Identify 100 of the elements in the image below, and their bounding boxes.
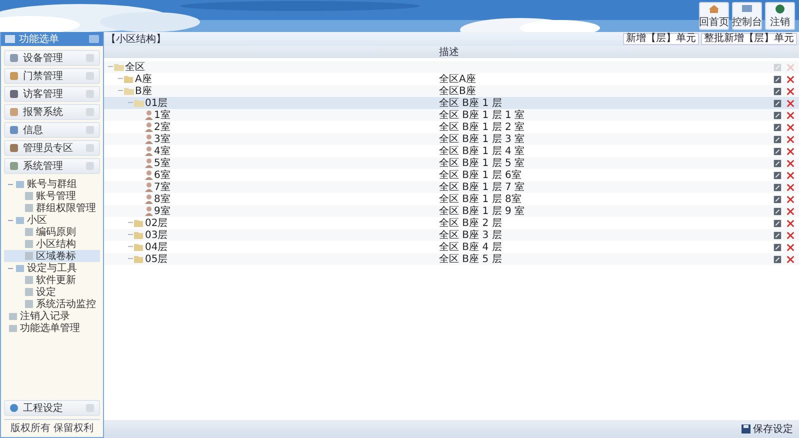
tree-item[interactable]: 功能选单管理 [4,322,100,334]
table-cell: 全区 B座 3 层 [439,230,502,241]
table-row[interactable]: 9室 全区 B座 1 层 9 室 [104,205,799,217]
delete-icon[interactable] [786,146,795,156]
header-button[interactable]: 注销 [765,2,795,30]
delete-icon[interactable] [786,122,795,132]
tree-item[interactable]: 编码原则 [4,226,100,238]
table-row[interactable]: 03层 全区 B座 3 层 [104,229,799,241]
table-row[interactable]: 4室 全区 B座 1 层 4 室 [104,145,799,157]
tree-item[interactable]: 软件更新 [4,274,100,286]
table-cell: 全区 B座 1 层 8室 [439,194,522,205]
edit-icon[interactable] [773,74,782,84]
person-icon [145,110,153,120]
delete-icon[interactable] [786,218,795,228]
delete-icon[interactable] [786,110,795,120]
table-row[interactable]: 6室 全区 B座 1 层 6室 [104,169,799,181]
tree-node-label: 4室 [154,144,170,158]
table-cell: 全区 B座 1 层 7 室 [439,182,524,193]
delete-icon[interactable] [786,242,795,252]
delete-icon[interactable] [786,86,795,96]
delete-icon[interactable] [786,182,795,192]
tree-item[interactable]: 小区 [4,214,100,226]
table-row[interactable]: B座 全区B座 [104,85,799,97]
delete-icon[interactable] [786,230,795,240]
delete-icon[interactable] [786,194,795,204]
edit-icon[interactable] [773,254,782,264]
edit-icon[interactable] [773,134,782,144]
tree-item[interactable]: 设定 [4,286,100,298]
tree-item[interactable]: 群组权限管理 [4,202,100,214]
edit-icon[interactable] [773,98,782,108]
sidebar-title: 功能选单 [19,32,60,46]
menu-item[interactable]: 管理员专区 [4,140,100,156]
tree-item[interactable]: 系统活动监控 [4,298,100,310]
delete-icon[interactable] [786,158,795,168]
table-row[interactable]: 01层 全区 B座 1 层 [104,97,799,109]
table-row[interactable]: 02层 全区 B座 2 层 [104,217,799,229]
tree-node-label: 6室 [154,168,170,182]
edit-icon[interactable] [773,218,782,228]
table-cell: 全区 B座 1 层 1 室 [439,110,524,121]
globe-icon [774,4,786,14]
table-row[interactable]: 3室 全区 B座 1 层 3 室 [104,133,799,145]
edit-icon[interactable] [773,158,782,168]
table-row[interactable]: 05层 全区 B座 5 层 [104,253,799,265]
person-icon [145,170,153,180]
table-cell: 全区B座 [439,86,476,97]
person-icon [145,206,153,216]
table-row[interactable]: 5室 全区 B座 1 层 5 室 [104,157,799,169]
delete-icon[interactable] [786,134,795,144]
tree-item[interactable]: 小区结构 [4,238,100,250]
table-row[interactable]: 2室 全区 B座 1 层 2 室 [104,121,799,133]
edit-icon[interactable] [773,122,782,132]
tree-node-label: A座 [135,72,152,86]
person-icon [145,146,153,156]
person-icon [145,122,153,132]
header-button[interactable]: 控制台 [732,2,762,30]
table-row[interactable]: 7室 全区 B座 1 层 7 室 [104,181,799,193]
tree-node-label: 7室 [154,180,170,194]
tree-item[interactable]: 区域卷标 [4,250,100,262]
save-button[interactable]: 保存设定 [739,422,795,436]
menu-item[interactable]: 系统管理 [4,158,100,174]
table-row[interactable]: 8室 全区 B座 1 层 8室 [104,193,799,205]
menu-item[interactable]: 访客管理 [4,86,100,102]
folder-icon [15,263,25,273]
menu-item[interactable]: 门禁管理 [4,68,100,84]
edit-icon[interactable] [773,170,782,180]
delete-icon[interactable] [786,170,795,180]
edit-icon[interactable] [773,230,782,240]
delete-icon[interactable] [786,206,795,216]
edit-icon[interactable] [773,110,782,120]
edit-icon[interactable] [773,146,782,156]
header-button[interactable]: 回首页 [699,2,729,30]
table-row[interactable]: A座 全区A座 [104,73,799,85]
table-cell: 全区 B座 1 层 5 室 [439,158,524,169]
edit-icon[interactable] [773,206,782,216]
folder-icon [15,215,25,225]
tree-item[interactable]: 账号管理 [4,190,100,202]
tree-item[interactable]: 账号与群组 [4,178,100,190]
person-icon [145,134,153,144]
edit-icon[interactable] [773,194,782,204]
toolbar-button[interactable]: 新增【层】单元 [623,33,699,45]
table-row[interactable]: 04层 全区 B座 4 层 [104,241,799,253]
delete-icon[interactable] [786,98,795,108]
expand-icon [85,403,95,413]
edit-icon[interactable] [773,86,782,96]
menu-item[interactable]: 设备管理 [4,50,100,66]
tree-item[interactable]: 设定与工具 [4,262,100,274]
table-cell: 全区 B座 1 层 4 室 [439,146,524,157]
menu-item[interactable]: 报警系统 [4,104,100,120]
edit-icon[interactable] [773,242,782,252]
table-row[interactable]: 1室 全区 B座 1 层 1 室 [104,109,799,121]
tree-node-label: 2室 [154,120,170,134]
delete-icon[interactable] [786,74,795,84]
menu-item[interactable]: 信息 [4,122,100,138]
tree-item[interactable]: 注销入记录 [4,310,100,322]
tree-node-label: 5室 [154,156,170,170]
toolbar-button[interactable]: 整批新增【层】单元 [701,33,797,45]
edit-icon[interactable] [773,182,782,192]
table-cell: 全区 B座 1 层 9 室 [439,206,524,217]
delete-icon[interactable] [786,254,795,264]
menu-item[interactable]: 工程设定 [4,400,100,416]
